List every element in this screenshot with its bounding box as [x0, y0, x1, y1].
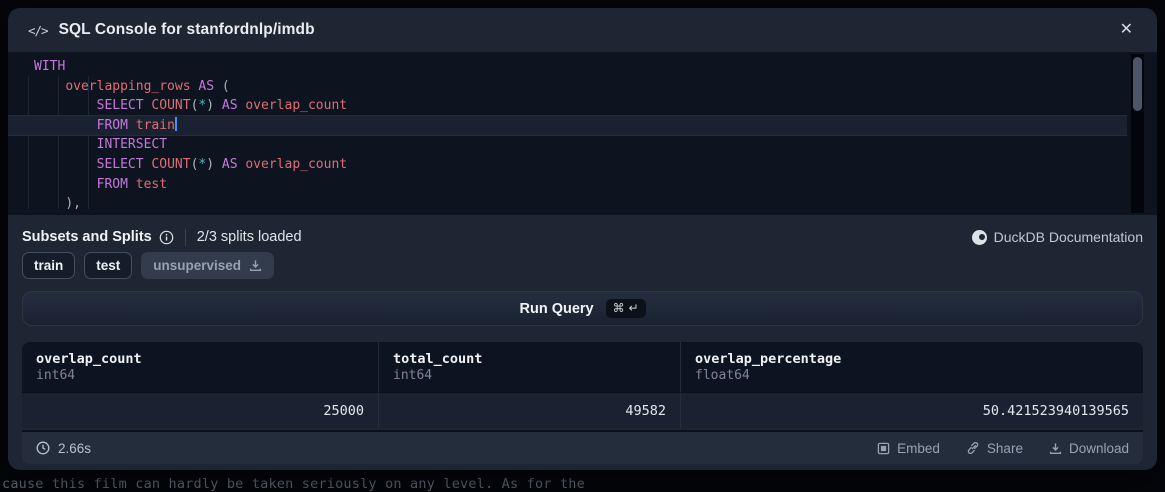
divider — [185, 229, 186, 246]
splits-status: 2/3 splits loaded — [197, 229, 302, 245]
code-line[interactable]: FROM train — [8, 116, 1127, 136]
cell-overlap-percentage: 50.421523940139565 — [680, 393, 1143, 428]
column-header-total-count[interactable]: total_count int64 — [378, 342, 680, 392]
run-query-button[interactable]: Run Query ⌘ ↵ — [22, 291, 1143, 326]
code-lines: WITH overlapping_rows AS ( SELECT COUNT(… — [8, 57, 1127, 214]
download-icon — [249, 259, 262, 272]
code-line[interactable]: INTERSECT — [8, 135, 1127, 155]
modal-header: </> SQL Console for stanfordnlp/imdb ✕ — [8, 8, 1157, 52]
share-button[interactable]: Share — [966, 441, 1023, 456]
run-query-label: Run Query — [520, 301, 594, 317]
code-line[interactable]: overlapping_rows AS ( — [8, 77, 1127, 97]
chip-train[interactable]: train — [22, 252, 75, 279]
chip-label: test — [96, 258, 120, 273]
chip-unsupervised[interactable]: unsupervised — [141, 252, 274, 279]
column-header-overlap-percentage[interactable]: overlap_percentage float64 — [680, 342, 1143, 392]
text-cursor — [175, 117, 177, 131]
code-line[interactable]: WITH — [8, 57, 1127, 77]
table-row: 25000 49582 50.421523940139565 — [22, 392, 1143, 428]
code-line[interactable]: ), — [8, 194, 1127, 214]
share-link-icon — [966, 441, 980, 455]
download-button[interactable]: Download — [1049, 441, 1129, 456]
code-line[interactable]: FROM test — [8, 175, 1127, 195]
modal-title: SQL Console for stanfordnlp/imdb — [59, 21, 315, 39]
code-line[interactable]: SELECT COUNT(*) AS overlap_count — [8, 155, 1127, 175]
download-icon — [1049, 442, 1062, 455]
clock-icon — [36, 441, 50, 455]
code-icon: </> — [28, 23, 48, 38]
cell-overlap-count: 25000 — [22, 393, 378, 428]
column-header-overlap-count[interactable]: overlap_count int64 — [22, 342, 378, 392]
background-page-text: cause this film can hardly be taken seri… — [2, 476, 1165, 492]
results-footer: 2.66s Embed Share Download — [22, 430, 1143, 464]
splits-heading: Subsets and Splits — [22, 229, 152, 245]
table-header-row: overlap_count int64 total_count int64 ov… — [22, 342, 1143, 392]
results-table: overlap_count int64 total_count int64 ov… — [22, 342, 1143, 428]
keyboard-shortcut-badge: ⌘ ↵ — [606, 299, 646, 318]
splits-bar: Subsets and Splits 2/3 splits loaded Duc… — [22, 224, 1143, 250]
duckdb-logo-icon — [972, 230, 987, 245]
chip-test[interactable]: test — [84, 252, 132, 279]
embed-button[interactable]: Embed — [877, 441, 940, 456]
elapsed-label: 2.66s — [58, 441, 91, 456]
embed-icon — [877, 442, 890, 455]
editor-scrollbar-track[interactable] — [1131, 54, 1144, 213]
chip-label: unsupervised — [153, 258, 241, 273]
query-elapsed: 2.66s — [36, 441, 91, 456]
info-icon[interactable] — [159, 230, 174, 245]
chip-label: train — [34, 258, 63, 273]
sql-console-modal: </> SQL Console for stanfordnlp/imdb ✕ W… — [8, 8, 1157, 470]
code-line[interactable]: SELECT COUNT(*) AS overlap_count — [8, 96, 1127, 116]
close-icon[interactable]: ✕ — [1116, 18, 1137, 42]
sql-editor[interactable]: WITH overlapping_rows AS ( SELECT COUNT(… — [8, 52, 1157, 215]
footer-actions: Embed Share Download — [877, 441, 1129, 456]
duckdb-documentation-link[interactable]: DuckDB Documentation — [972, 229, 1143, 245]
split-chips: train test unsupervised — [22, 252, 274, 279]
doc-link-label: DuckDB Documentation — [994, 229, 1143, 245]
editor-scrollbar-thumb[interactable] — [1133, 57, 1142, 111]
cell-total-count: 49582 — [378, 393, 680, 428]
